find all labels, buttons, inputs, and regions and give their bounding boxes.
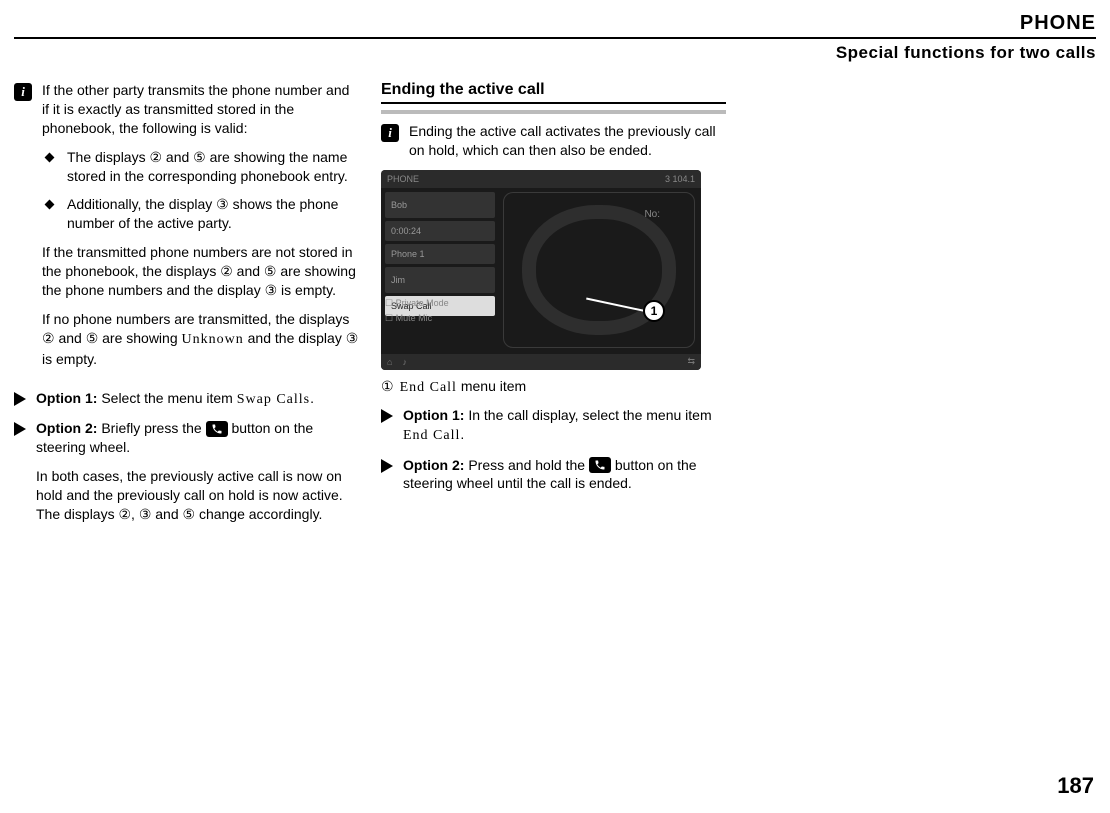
option-label: Option 2:: [403, 457, 464, 473]
step-option2: Option 2: Press and hold the button on t…: [381, 456, 726, 494]
heading-underline: [381, 110, 726, 114]
step-arrow-icon: [381, 409, 393, 423]
mock-sb-item: Jim: [385, 267, 495, 293]
text: In the call display, select the menu ite…: [464, 407, 711, 423]
info-intro: If the other party transmits the phone n…: [42, 81, 359, 138]
mock-main-area: No:: [503, 192, 695, 348]
mock-bottom-icon: ♪: [402, 357, 407, 367]
step-option1: Option 1: In the call display, select th…: [381, 406, 726, 446]
column-left: i If the other party transmits the phone…: [14, 81, 359, 544]
diamond-bullet-icon: [45, 200, 55, 210]
mock-freq: 3 104.1: [665, 174, 695, 184]
end-call-label: End Call: [400, 380, 457, 395]
unknown-label: Unknown: [182, 332, 244, 347]
step-arrow-icon: [381, 459, 393, 473]
info-text: If the other party transmits the phone n…: [42, 81, 359, 379]
bullet-text: The displays ② and ⑤ are showing the nam…: [67, 148, 359, 186]
mock-title: PHONE: [387, 174, 419, 184]
diamond-bullet-icon: [45, 152, 55, 162]
mock-no-label: No:: [644, 209, 660, 220]
phone-ui-screenshot: PHONE 3 104.1 Bob 0:00:24 Phone 1 Jim Sw…: [381, 170, 701, 370]
legend: ① End Call menu item: [381, 378, 726, 396]
bullet-text: Additionally, the display ③ shows the ph…: [67, 195, 359, 233]
mock-sb-item: 0:00:24: [385, 221, 495, 241]
mock-checkboxes: ☐ Private Mode ☐ Mute Mic: [385, 298, 449, 324]
mock-sb-item: Bob: [385, 192, 495, 218]
step-text: Option 1: Select the menu item Swap Call…: [36, 389, 359, 410]
callout-badge: 1: [643, 300, 665, 322]
mock-topbar: PHONE 3 104.1: [381, 170, 701, 188]
text: .: [460, 426, 464, 442]
text: Briefly press the: [97, 420, 205, 436]
legend-number: ①: [381, 378, 394, 395]
column-right: [748, 81, 1093, 544]
step-text: Option 2: Press and hold the button on t…: [403, 456, 726, 494]
both-cases-para: In both cases, the previously active cal…: [36, 467, 359, 524]
header: PHONE: [14, 12, 1096, 39]
header-title: PHONE: [1020, 12, 1096, 34]
para-no-numbers: If no phone numbers are transmitted, the…: [42, 310, 359, 369]
phone-button-icon: [589, 457, 611, 473]
info-text: Ending the active call activates the pre…: [409, 122, 726, 160]
info-block: i Ending the active call activates the p…: [381, 122, 726, 160]
legend-text: menu item: [457, 378, 526, 394]
step-text: Option 2: Briefly press the button on th…: [36, 419, 359, 533]
info-icon: i: [381, 124, 399, 142]
mock-chk-label: Mute Mic: [396, 313, 433, 323]
mock-bottom-icon: ⌂: [387, 357, 392, 367]
mock-bottom-icon: ⇆: [687, 356, 695, 367]
option-label: Option 1:: [36, 390, 97, 406]
step-option1: Option 1: Select the menu item Swap Call…: [14, 389, 359, 410]
bullet-item: Additionally, the display ③ shows the ph…: [42, 195, 359, 233]
page-number: 187: [1057, 773, 1094, 799]
step-option2: Option 2: Briefly press the button on th…: [14, 419, 359, 533]
option-label: Option 2:: [36, 420, 97, 436]
mock-bottombar: ⌂ ♪ ⇆: [381, 354, 701, 370]
subheader: Special functions for two calls: [14, 43, 1096, 63]
text: Press and hold the: [464, 457, 589, 473]
step-text: Option 1: In the call display, select th…: [403, 406, 726, 446]
column-middle: Ending the active call i Ending the acti…: [381, 81, 726, 544]
option-label: Option 1:: [403, 407, 464, 423]
info-block: i If the other party transmits the phone…: [14, 81, 359, 379]
end-call-label: End Call: [403, 428, 460, 443]
content-columns: i If the other party transmits the phone…: [14, 81, 1096, 544]
bullet-list: The displays ② and ⑤ are showing the nam…: [42, 148, 359, 234]
text: .: [310, 390, 314, 406]
step-arrow-icon: [14, 422, 26, 436]
mock-chk-label: Private Mode: [396, 298, 449, 308]
phone-button-icon: [206, 421, 228, 437]
mock-sb-item: Phone 1: [385, 244, 495, 264]
text: Select the menu item: [97, 390, 236, 406]
info-icon: i: [14, 83, 32, 101]
para-not-stored: If the transmitted phone numbers are not…: [42, 243, 359, 300]
bullet-item: The displays ② and ⑤ are showing the nam…: [42, 148, 359, 186]
section-heading: Ending the active call: [381, 81, 726, 104]
swap-calls-label: Swap Calls: [237, 392, 310, 407]
step-arrow-icon: [14, 392, 26, 406]
